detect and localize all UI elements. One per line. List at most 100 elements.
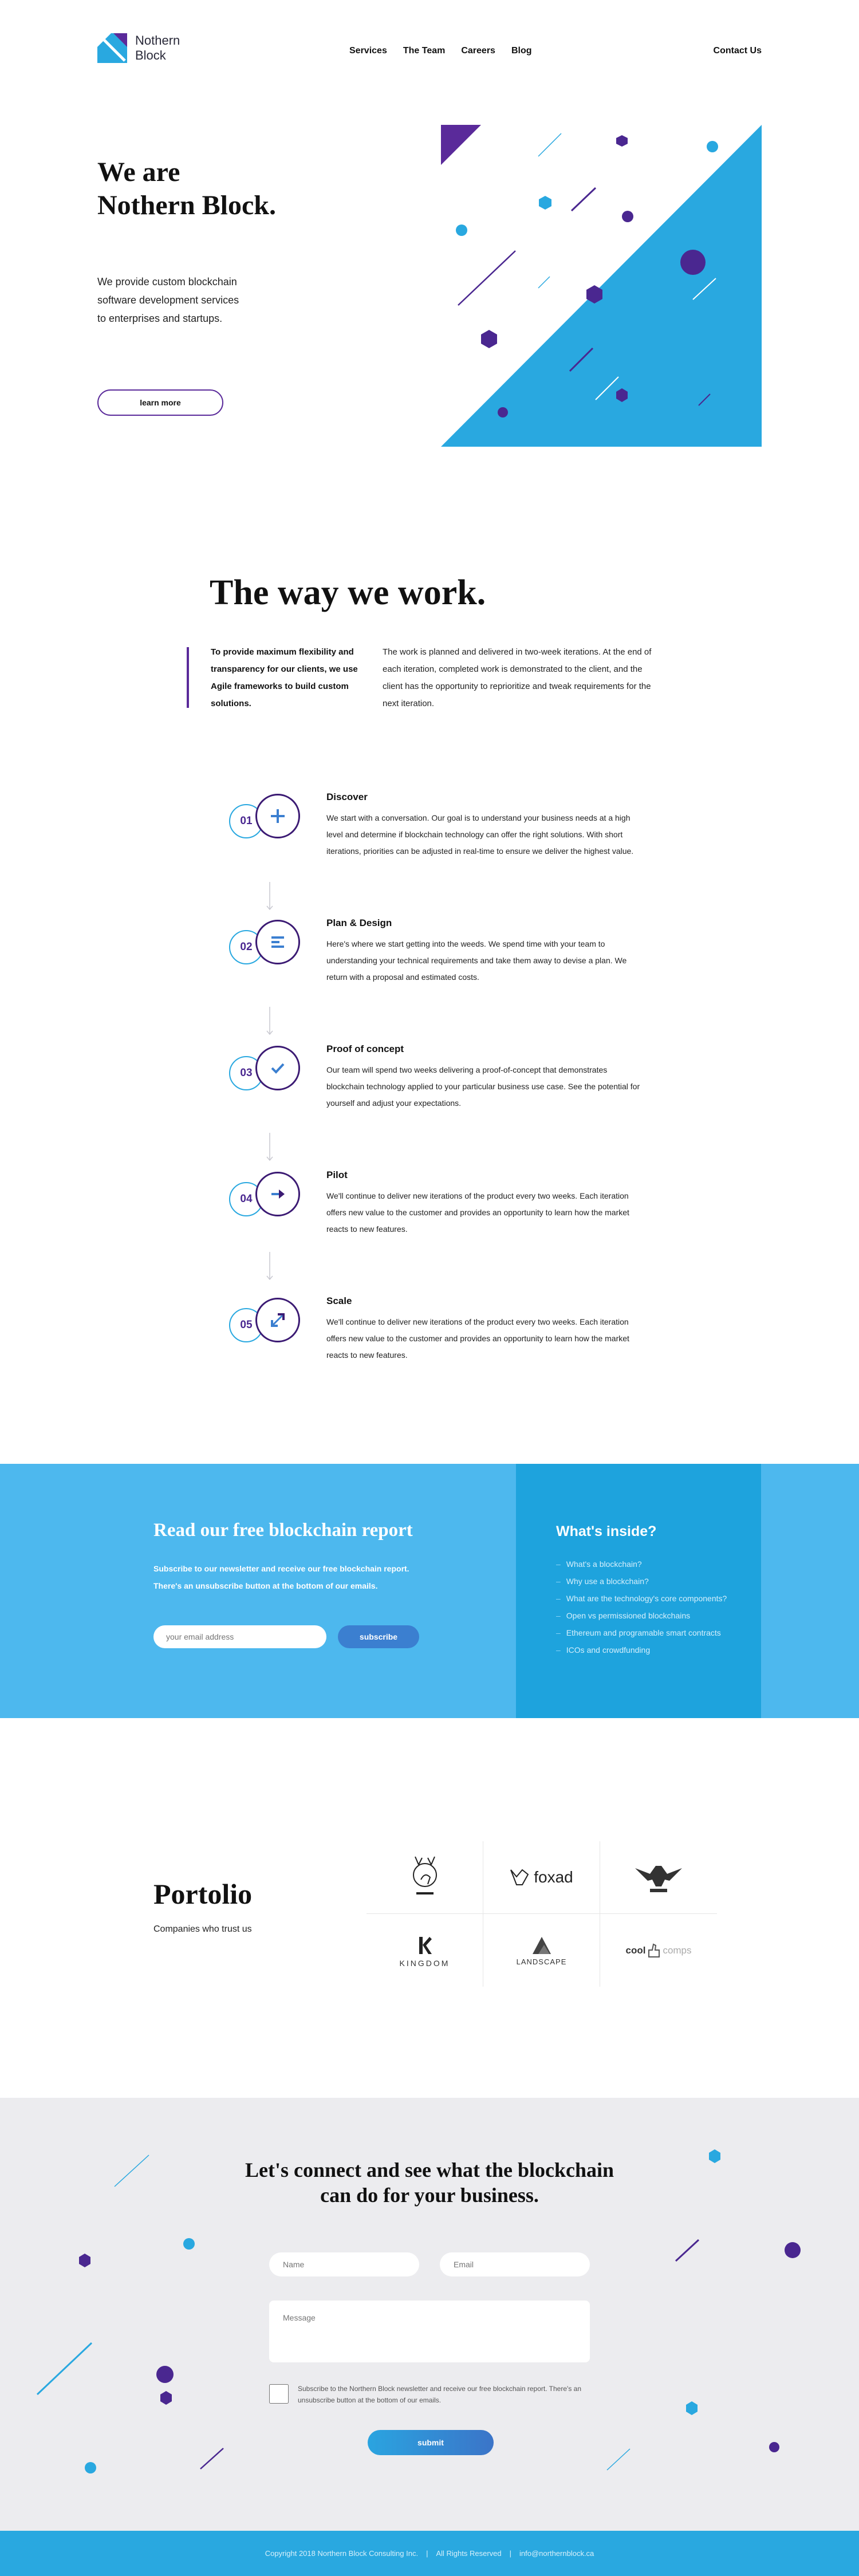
footer-email-link[interactable]: info@northernblock.ca [519, 2549, 594, 2558]
list-item: – Why use a blockchain? [556, 1573, 727, 1590]
kingdom-logo: KINGDOM [400, 1933, 450, 1968]
plus-icon [271, 809, 285, 823]
hero-desc-line2: software development services [97, 294, 239, 306]
step-description: We'll continue to deliver new iterations… [326, 1191, 629, 1234]
dash-icon: – [556, 1611, 561, 1620]
nav-careers[interactable]: Careers [461, 46, 495, 56]
newsletter-checkbox[interactable] [269, 2384, 289, 2404]
kingdom-logo-text: KINGDOM [399, 1958, 450, 1968]
client-logo-cell[interactable]: KINGDOM [367, 1914, 483, 1987]
main-nav: Services The Team Careers Blog [349, 46, 532, 56]
whats-inside-panel: What's inside? – What's a blockchain? – Wh… [516, 1464, 761, 1718]
nav-blog[interactable]: Blog [511, 46, 532, 56]
way-title: The way we work. [210, 573, 486, 612]
whats-inside-title: What's inside? [556, 1523, 657, 1539]
step-description: Here's where we start getting into the w… [326, 939, 627, 982]
contact-title-line2: can do for your business. [320, 2184, 539, 2207]
footer-copyright: Copyright 2018 Northern Block Consulting… [265, 2549, 419, 2558]
contact-section: Let's connect and see what the blockchai… [0, 2098, 859, 2531]
newsletter-consent-text: Subscribe to the Northern Block newslett… [298, 2385, 581, 2404]
footer-separator: | [509, 2549, 512, 2558]
site-footer: Copyright 2018 Northern Block Consulting… [0, 2531, 859, 2576]
report-note: Subscribe to our newsletter and receive … [153, 1564, 409, 1590]
step-description: We'll continue to deliver new iterations… [326, 1317, 629, 1360]
list-item-text: Open vs permissioned blockchains [566, 1611, 691, 1620]
list-item: – ICOs and crowdfunding [556, 1641, 727, 1659]
learn-more-button[interactable]: learn more [97, 389, 223, 416]
list-item: – What's a blockchain? [556, 1555, 727, 1573]
logo-mark-icon [97, 33, 127, 63]
nav-the-team[interactable]: The Team [403, 46, 446, 56]
report-title: Read our free blockchain report [153, 1520, 413, 1541]
step-connector-arrow-icon [266, 1133, 273, 1161]
client-logo-cell[interactable]: foxad [483, 1841, 600, 1914]
deer-logo-icon [412, 1856, 437, 1894]
report-email-input[interactable] [153, 1625, 326, 1648]
dash-icon: – [556, 1645, 561, 1655]
name-field[interactable] [269, 2252, 419, 2276]
hero-desc-line3: to enterprises and startups. [97, 313, 223, 324]
step-title: Proof of concept [326, 1043, 404, 1054]
message-field[interactable] [269, 2301, 590, 2362]
list-item-text: ICOs and crowdfunding [566, 1645, 651, 1655]
foxad-logo: foxad [510, 1868, 573, 1886]
step-icon-ring [255, 1298, 300, 1342]
coolcomps-logo-text-b: comps [663, 1944, 692, 1956]
list-item-text: What are the technology's core component… [566, 1594, 727, 1603]
step-icon-ring [255, 920, 300, 964]
list-item-text: Ethereum and programable smart contracts [566, 1628, 721, 1637]
list-item: – What are the technology's core componen… [556, 1590, 727, 1607]
client-logo-cell[interactable] [600, 1841, 717, 1914]
way-lead: To provide maximum flexibility and trans… [211, 647, 358, 708]
coolcomps-logo-text-a: cool [625, 1944, 646, 1956]
step-title: Pilot [326, 1169, 348, 1180]
client-logo-cell[interactable] [367, 1841, 483, 1914]
portfolio-subtitle: Companies who trust us [153, 1924, 252, 1934]
brand-name-line1: Nothern [135, 33, 180, 48]
list-icon [271, 936, 284, 948]
step-connector-arrow-icon [266, 1007, 273, 1035]
list-item-text: Why use a blockchain? [566, 1577, 649, 1586]
site-header: Nothern Block Services The Team Careers … [0, 0, 859, 103]
step-icon-ring [255, 1046, 300, 1090]
contact-title-line1: Let's connect and see what the blockchai… [245, 2159, 614, 2181]
brand-logo[interactable]: Nothern Block [97, 33, 180, 63]
expand-icon [271, 1313, 285, 1327]
report-section: Read our free blockchain report Subscrib… [0, 1464, 859, 1718]
contact-title: Let's connect and see what the blockchai… [0, 2157, 859, 2208]
coolcomps-logo-icon [648, 1943, 660, 1957]
list-item: – Open vs permissioned blockchains [556, 1607, 727, 1624]
dash-icon: – [556, 1559, 561, 1569]
hero-desc-line1: We provide custom blockchain [97, 276, 237, 287]
hero-title-line2: Nothern Block. [97, 190, 276, 220]
step-title: Discover [326, 791, 368, 802]
step-connector-arrow-icon [266, 1252, 273, 1281]
subscribe-button[interactable]: subscribe [338, 1625, 419, 1648]
eagle-logo-icon [635, 1866, 682, 1892]
submit-button[interactable]: submit [368, 2430, 494, 2455]
nav-services[interactable]: Services [349, 46, 387, 56]
arrow-right-icon [271, 1189, 285, 1199]
way-body: The work is planned and delivered in two… [383, 647, 652, 708]
list-item: – Ethereum and programable smart contract… [556, 1624, 727, 1641]
coolcomps-logo: cool comps [625, 1943, 692, 1958]
email-field[interactable] [440, 2252, 590, 2276]
step-icon-ring [255, 794, 300, 838]
brand-name-line2: Block [135, 48, 166, 62]
client-logo-cell[interactable]: cool comps [600, 1914, 717, 1987]
footer-separator: | [426, 2549, 428, 2558]
nav-contact-us[interactable]: Contact Us [714, 46, 762, 56]
kingdom-logo-icon [419, 1936, 432, 1954]
step-title: Plan & Design [326, 917, 392, 928]
client-logo-cell[interactable]: LANDSCAPE [483, 1914, 600, 1987]
dash-icon: – [556, 1628, 561, 1637]
step-icon-ring [255, 1172, 300, 1216]
step-title: Scale [326, 1295, 352, 1306]
list-item-text: What's a blockchain? [566, 1559, 642, 1569]
brand-name: Nothern Block [135, 33, 180, 63]
check-icon [271, 1063, 285, 1074]
foxad-logo-icon [510, 1869, 529, 1885]
client-logo-grid: foxad KINGDOM LANDSCAPE cool comps [367, 1841, 717, 1987]
way-accent-bar [187, 647, 189, 708]
whats-inside-list: – What's a blockchain? – Why use a blockch… [556, 1555, 727, 1659]
